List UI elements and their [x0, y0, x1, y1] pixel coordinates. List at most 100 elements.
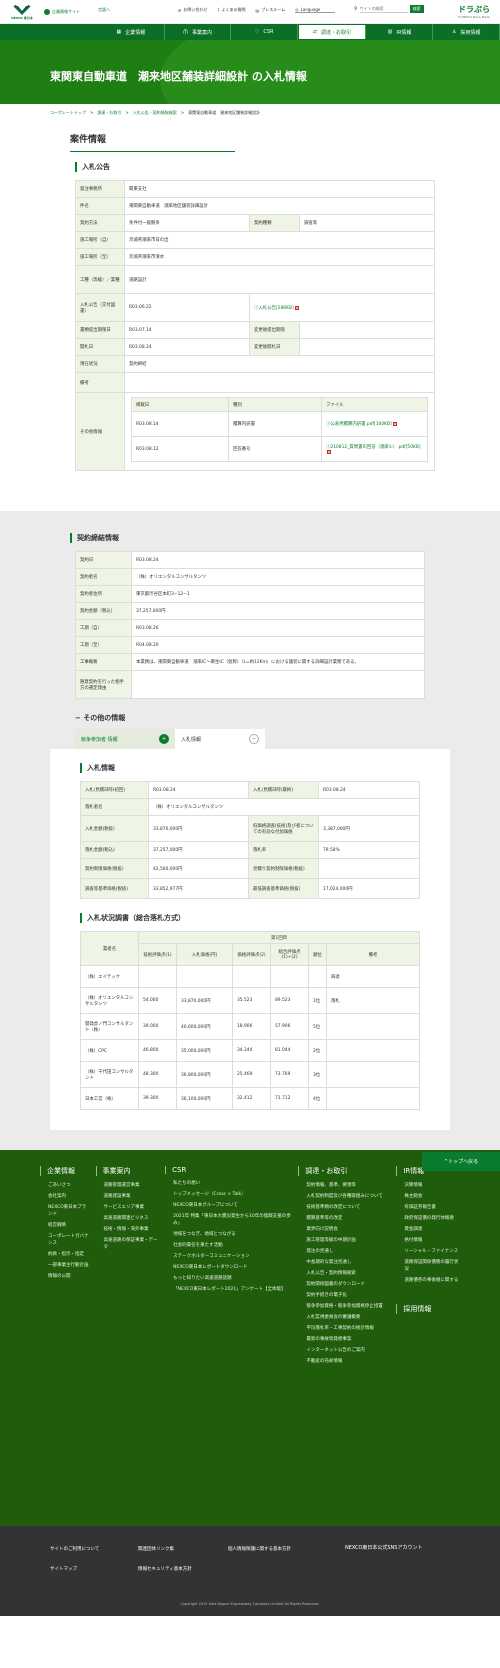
bid-notice-pdf-link[interactable]: ⓘ入札公告[286KB] P [254, 305, 299, 311]
table-row: （株）CPC 46.800 35,000,000円 34.244 81.044 2位 [80, 1039, 420, 1062]
table-row: 発注事務所 関東支社 [75, 180, 435, 198]
table-row: 落札金額(税込) 37,257,000円 落札率 79.58% [80, 841, 420, 859]
footer-sitemap: 企業情報 ごあいさつ 会社案内 NEXCO東日本ブランド 経営戦略 コーポレートガバナン… [0, 1150, 500, 1526]
search-icon: ⚲ [354, 6, 358, 12]
site-label[interactable]: 企業情報サイト [44, 8, 86, 15]
sns-heading: NEXCO東日本公式SNSアカウント [345, 1545, 423, 1551]
nav-company[interactable]: ▦ 企業情報 [98, 24, 165, 40]
pdf-icon: P [294, 305, 299, 310]
nav-procurement[interactable]: ⇄ 調達・お取引 [299, 25, 366, 39]
footer-link-security[interactable]: 情報セキュリティ基本方針 [138, 1566, 192, 1572]
press-link[interactable]: ▤ プレスルーム [255, 7, 285, 13]
footer-link-sitemap[interactable]: サイトマップ [50, 1566, 77, 1572]
breadcrumb-procurement[interactable]: 調達・お取引 [97, 110, 121, 116]
language-select[interactable]: ◎ Language [295, 7, 336, 13]
footer-col-procurement: 調達・お取引 契約情報、基準、要領等 入札契約制度及び各種取組みについて 技術基準類… [298, 1166, 390, 1510]
table-row: 現在状況 契約締結 [75, 355, 435, 373]
nav-csr[interactable]: ♡ CSR [231, 24, 299, 40]
back-to-top-button[interactable]: ^ トップへ戻る [422, 1152, 500, 1171]
tab-bid-info[interactable]: 入札情報 − [175, 729, 265, 749]
table-row: 工種（等級）／業種 道路設計 [75, 265, 435, 294]
faq-link[interactable]: ? よくある質問 [217, 7, 245, 13]
site-header: NEXCO 東日本 企業情報サイト 言語へ ✉ お問い合わせ ? よくある質問 ▤ プ… [0, 0, 500, 24]
nav-recruit[interactable]: ♙ 採用情報 [433, 24, 500, 40]
utility-links: ✉ お問い合わせ ? よくある質問 ▤ プレスルーム ◎ Language [178, 7, 336, 13]
bid-notice-table: 発注事務所 関東支社 件名 東関東自動車道 潮来地区舗装詳細設計 契約方法 条件付一般… [75, 180, 435, 471]
table-row: 調査等基準価格(税抜) 33,852,977円 最低調査基準価格(税抜) 17,024… [80, 878, 420, 899]
contract-table: 契約日 R03.08.24 契約者名 （株）オリエンタルコンサルタンツ 契約者住所東… [75, 551, 425, 699]
breadcrumb-search[interactable]: 入札公告・契約情報検索 [133, 110, 177, 116]
contact-link[interactable]: ✉ お問い合わせ [178, 7, 207, 13]
drapura-banner[interactable]: ドラぷら E-NEXCO Drive Plaza [452, 2, 496, 20]
document-icon: ▤ [255, 7, 260, 13]
footer-link-usage[interactable]: サイトのご利用について [50, 1546, 99, 1552]
breadcrumb: コーポレートトップ > 調達・お取引 > 入札公告・契約情報検索 > 東関東自動車道 … [50, 110, 261, 116]
bid-info-table: 入札/見積日時(初回) R03.08.24 入札/見積日時(最終) R03.08.24… [80, 781, 420, 899]
case-info-title: 案件情報 [70, 132, 235, 152]
table-row: （株）千代田コンサルタント 48.300 36,800,000円 25.469 73.7… [80, 1061, 420, 1088]
table-row: 契約金額（税込） 37,257,000円 [75, 602, 425, 620]
heart-icon: ♡ [254, 29, 260, 35]
other-info-title: − その他の情報 [75, 714, 126, 722]
footer-link-privacy[interactable]: 個人情報保護に関する基本方針 [228, 1546, 291, 1552]
table-row: 契約制限価格(税抜) 42,560,000円 見積り契約制限価格(税抜) [80, 858, 420, 879]
table-row: 随意契約を行った相手方の選定理由 [75, 670, 425, 699]
footer-link-related[interactable]: 関連団体リンク集 [138, 1546, 174, 1552]
question-icon: ? [217, 7, 220, 13]
table-row: 備考 [75, 372, 435, 393]
footer-col-csr: CSR 私たちの想い トップメッセージ（Cross × Talk） NEXCO東日本… [165, 1166, 292, 1510]
table-row: その他情報 掲載日 種別 ファイル R03.08.14 積算内訳書 ⓘ公表用積算内訳書.… [75, 392, 435, 471]
road-icon: /|\ [182, 29, 189, 35]
table-row: 落札者名 （株）オリエンタルコンサルタンツ [80, 798, 420, 816]
nav-ir[interactable]: ▥ IR情報 [367, 24, 434, 40]
site-search: ⚲ 検索 [354, 5, 424, 13]
table-row: 契約者住所 東京都渋谷区本町3−12−1 [75, 585, 425, 603]
footer-col-ir: IR情報 決算情報 株主総会 有価証券報告書 政府保証債の発行体概要 資金調達 格付情報ソ… [396, 1166, 460, 1510]
search-input[interactable] [359, 5, 408, 13]
table-row: 件名 東関東自動車道 潮来地区舗装詳細設計 [75, 197, 435, 215]
bid-status-table: 業者名 第1回目 技術評価点(1) 入札価格(円) 価格評価点(2) 総合評価点(1)+… [80, 931, 420, 1110]
global-nav: ▦ 企業情報 /|\ 事業案内 ♡ CSR ⇄ 調達・お取引 ▥ IR情報 ♙ 採用情報 [0, 24, 500, 40]
nexco-logo[interactable]: NEXCO 東日本 [0, 1, 44, 23]
answer-pdf-link[interactable]: ⓘ210812_質問書の回答（潮来①）.pdf[50KB]P [326, 445, 421, 455]
bid-status-heading: 入札状況調書（総合落札方式） [80, 913, 420, 923]
nexco-logo-icon [13, 4, 31, 15]
mail-icon: ✉ [178, 7, 182, 13]
contract-section: 契約締結情報 契約日 R03.08.24 契約者名 （株）オリエンタルコンサルタンツ… [0, 511, 500, 1150]
search-button[interactable]: 検索 [409, 5, 424, 13]
table-row: 契約日 R03.08.24 [75, 551, 425, 569]
other-info-tabs: 競争参加者 情報 + 入札情報 − [75, 729, 450, 749]
page-title: 東関東自動車道 潮来地区舗装詳細設計 の入札情報 [50, 70, 307, 83]
nav-business[interactable]: /|\ 事業案内 [165, 24, 232, 40]
table-row: （株）エイテック 辞退 [80, 965, 420, 988]
bid-info-heading: 入札情報 [80, 763, 420, 773]
tab-bidders[interactable]: 競争参加者 情報 + [75, 729, 175, 749]
copyright: Copyright 2015 East Nippon Expressway Co… [180, 1602, 320, 1606]
footer-bottom: サイトのご利用について 関連団体リンク集 個人情報保護に関する基本方針 情報セキ… [0, 1526, 500, 1616]
plus-icon: + [159, 734, 169, 744]
footer-col-company: 企業情報 ごあいさつ 会社案内 NEXCO東日本ブランド 経営戦略 コーポレートガバナン… [40, 1166, 90, 1510]
table-row: 入札公告（交付図書） R03.06.22 ⓘ入札公告[286KB] P [75, 293, 435, 322]
table-row: 施工場所（至） 茨城県潮来市清水 [75, 248, 435, 266]
language-link[interactable]: 言語へ [98, 7, 110, 13]
breadcrumb-current: 東関東自動車道 潮来地区舗装詳細設計 [188, 110, 261, 115]
estimate-pdf-link[interactable]: ⓘ公表用積算内訳書.pdf[100KB] P [326, 422, 397, 427]
contract-heading: 契約締結情報 [70, 533, 450, 543]
globe-icon: ◎ [295, 7, 299, 12]
table-row: 入札金額(税抜) 33,870,000円 低価格調査(技術)及び者についての有効な付… [80, 815, 420, 842]
other-info-table: 掲載日 種別 ファイル R03.08.14 積算内訳書 ⓘ公表用積算内訳書.pdf[10… [131, 397, 428, 462]
breadcrumb-top[interactable]: コーポレートトップ [50, 110, 86, 116]
table-row: 開札日 R03.08.24 変更後開札日 [75, 338, 435, 356]
table-row: 開発虎ノ門コンサルタント（株） 39.000 40,600,000円 18.906 57… [80, 1013, 420, 1040]
pdf-icon: P [392, 422, 397, 426]
table-row: 工期（自） R03.08.26 [75, 619, 425, 637]
table-row: 工期（至） R04.08.20 [75, 636, 425, 654]
footer-col-business: 事業案内 道路管理運営事業 道路建設事業 サービスエリア事業 高速道路関連ビジネス 技術… [95, 1166, 160, 1510]
table-row: 契約方法 条件付一般競争 契約種類 調査等 [75, 214, 435, 232]
bar-chart-icon: ▥ [387, 29, 393, 35]
minus-icon: − [249, 734, 259, 744]
pdf-icon: P [327, 449, 331, 454]
handshake-icon: ⇄ [312, 29, 317, 35]
building-icon [44, 8, 50, 15]
bid-notice-heading: 入札公告 [75, 162, 430, 172]
